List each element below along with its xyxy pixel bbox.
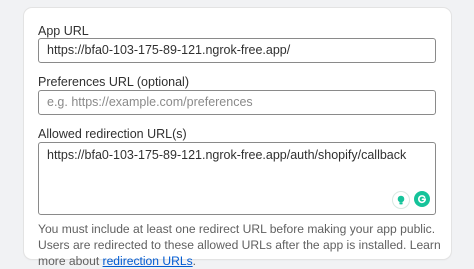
app-url-label: App URL xyxy=(38,24,89,38)
extension-icons xyxy=(392,191,430,209)
redirection-urls-link[interactable]: redirection URLs xyxy=(103,254,193,268)
app-urls-card: App URL https://bfa0-103-175-89-121.ngro… xyxy=(24,8,451,268)
help-suffix: . xyxy=(192,254,196,268)
redirection-urls-value: https://bfa0-103-175-89-121.ngrok-free.a… xyxy=(47,148,407,162)
lightbulb-icon[interactable] xyxy=(392,191,410,209)
redirection-urls-textarea[interactable]: https://bfa0-103-175-89-121.ngrok-free.a… xyxy=(38,142,436,215)
preferences-url-input[interactable]: e.g. https://example.com/preferences xyxy=(38,90,436,115)
help-text: You must include at least one redirect U… xyxy=(38,222,441,268)
redirection-urls-label: Allowed redirection URL(s) xyxy=(38,127,187,141)
app-url-input[interactable]: https://bfa0-103-175-89-121.ngrok-free.a… xyxy=(38,38,436,63)
preferences-url-label: Preferences URL (optional) xyxy=(38,75,189,89)
grammarly-icon[interactable] xyxy=(414,191,430,207)
redirection-help-text: You must include at least one redirect U… xyxy=(38,221,443,269)
